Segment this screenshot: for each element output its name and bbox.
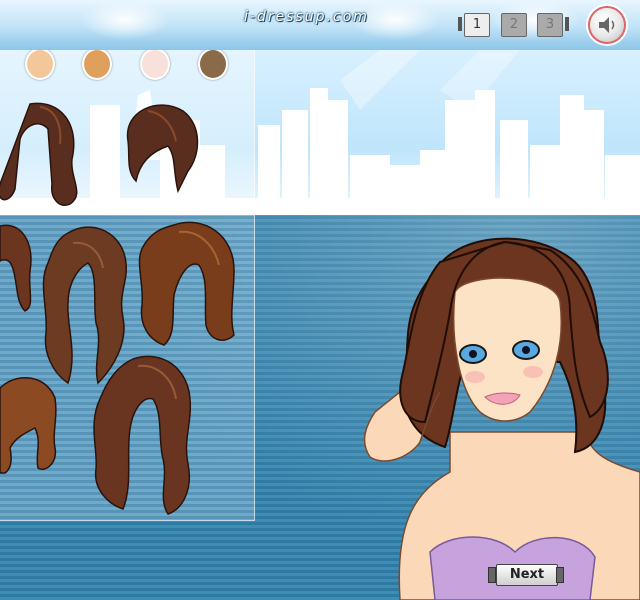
next-button-left-cap	[488, 567, 496, 583]
hairstyle-short-bob[interactable]	[118, 101, 203, 196]
skin-tone-swatch-1[interactable]	[25, 48, 55, 80]
skin-tone-swatch-4[interactable]	[198, 48, 228, 80]
hairstyle-long-curls[interactable]	[88, 354, 198, 519]
dressup-model	[355, 232, 640, 600]
page-button-3[interactable]: 3	[537, 13, 563, 37]
next-button-label: Next	[496, 564, 558, 586]
page-selector-cap	[565, 17, 569, 31]
site-logo[interactable]: i-dressup.com	[244, 9, 369, 25]
page-button-1[interactable]: 1	[464, 13, 490, 37]
sound-toggle-button[interactable]	[588, 6, 626, 44]
light-glow	[80, 0, 170, 40]
hairstyle-panel	[0, 25, 255, 521]
game-stage: i-dressup.com 1 2 3 Next	[0, 0, 640, 600]
top-bar: i-dressup.com 1 2 3	[0, 0, 640, 50]
hairstyle-voluminous[interactable]	[134, 220, 239, 350]
hairstyle-long-wavy[interactable]	[0, 99, 90, 209]
skin-tone-swatch-2[interactable]	[82, 48, 112, 80]
next-button[interactable]: Next	[488, 564, 564, 586]
hairstyle-long-side[interactable]	[0, 221, 38, 316]
speaker-icon	[599, 17, 615, 33]
next-button-right-cap	[556, 567, 564, 583]
page-selector-cap	[458, 17, 462, 31]
hairstyle-bangs-short[interactable]	[0, 373, 58, 478]
page-button-2[interactable]: 2	[501, 13, 527, 37]
skin-tone-swatch-3[interactable]	[140, 48, 170, 80]
